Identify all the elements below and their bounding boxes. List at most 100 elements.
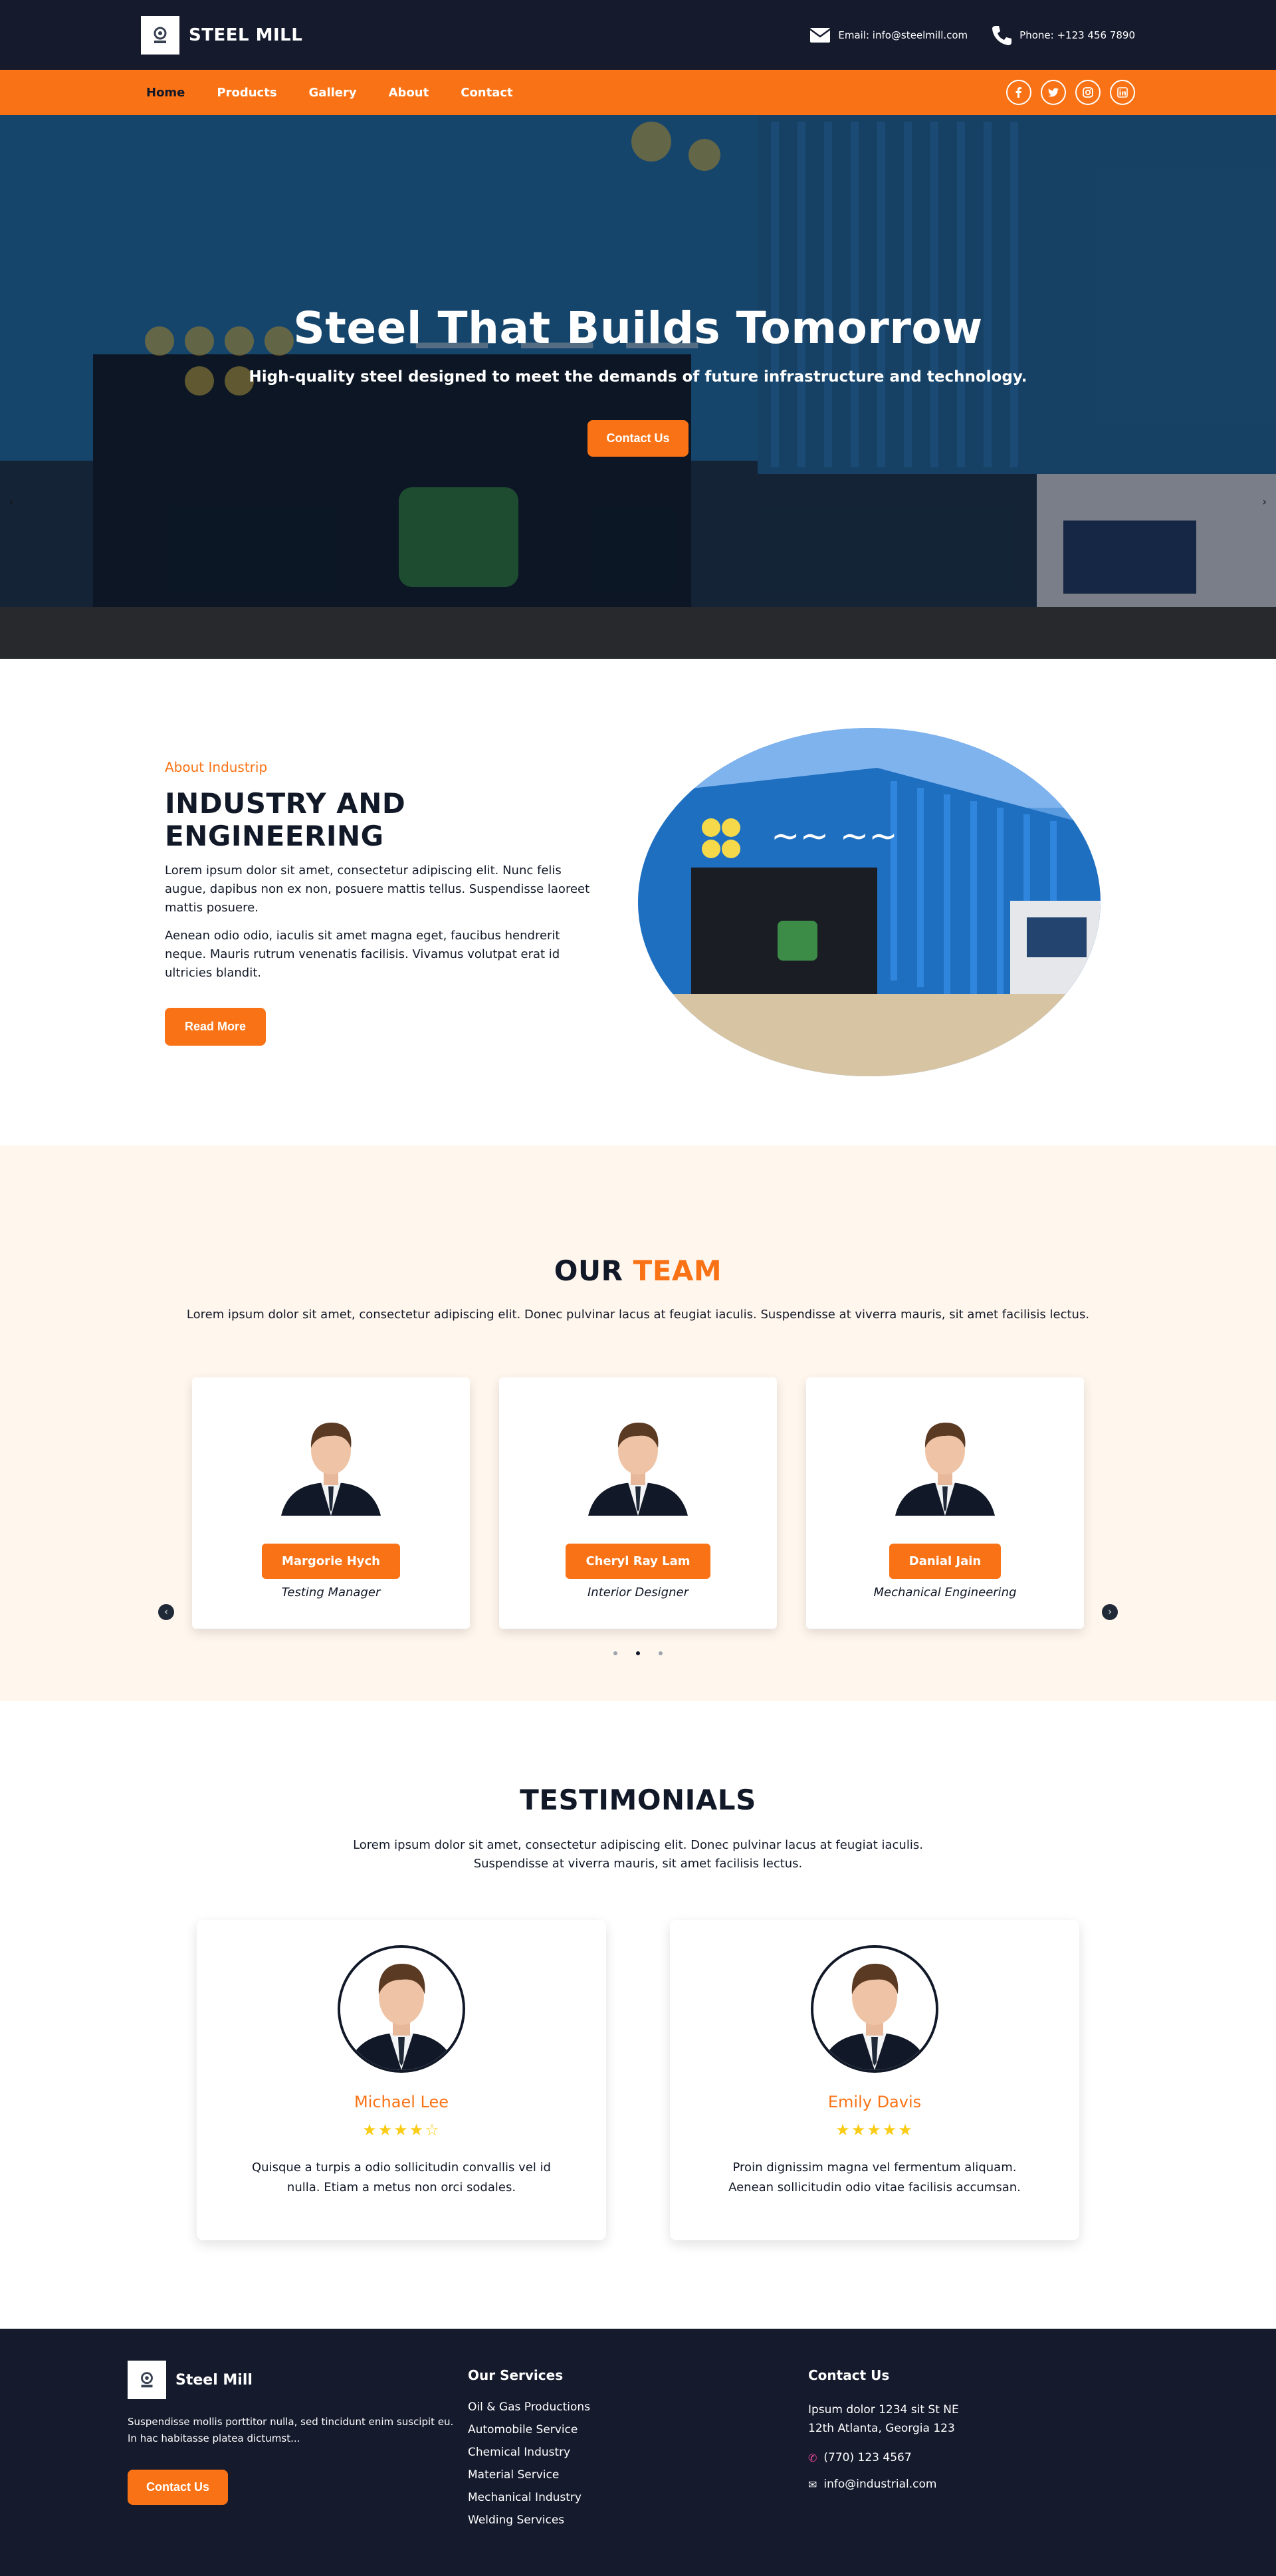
about-eyebrow: About Industrip	[165, 759, 268, 775]
person-avatar-icon	[895, 1409, 995, 1516]
footer-email-text: info@industrial.com	[823, 2478, 937, 2491]
team-page-dot[interactable]	[659, 1651, 663, 1655]
footer-services-list: Oil & Gas Productions Automobile Service…	[468, 2400, 808, 2527]
team-title: OUR TEAM	[0, 1254, 1276, 1287]
header-phone[interactable]: Phone: +123 456 7890	[990, 24, 1135, 47]
facebook-icon	[1015, 87, 1021, 98]
footer-contact: Contact Us Ipsum dolor 1234 sit St NE 12…	[808, 2361, 1148, 2576]
team-page-dot[interactable]	[636, 1651, 640, 1655]
about-image: ~~ ~~	[638, 728, 1101, 1076]
team-section: OUR TEAM Lorem ipsum dolor sit amet, con…	[0, 1145, 1276, 1701]
brand-name: STEEL MILL	[189, 25, 303, 45]
phone-icon	[992, 25, 1012, 45]
gear-logo-icon	[141, 2372, 153, 2388]
facebook-link[interactable]	[1006, 80, 1031, 105]
svg-text:~~ ~~: ~~ ~~	[771, 816, 898, 856]
team-member-role: Interior Designer	[587, 1585, 689, 1599]
footer-service-link[interactable]: Mechanical Industry	[468, 2491, 808, 2504]
testimonial-rating-stars-icon: ★★★★☆	[362, 2121, 441, 2139]
team-prev-arrow-icon[interactable]: ‹	[158, 1604, 174, 1620]
footer-service-link[interactable]: Chemical Industry	[468, 2446, 808, 2459]
hero-slider: — — — Steel That Builds Tomorrow High-qu…	[0, 115, 1276, 659]
testimonials-list: Michael Lee ★★★★☆ Quisque a turpis a odi…	[0, 1920, 1276, 2240]
nav-item-about[interactable]: About	[389, 86, 429, 100]
phone-icon: ✆	[808, 2451, 817, 2464]
twitter-link[interactable]	[1041, 80, 1066, 105]
testimonial-rating-stars-icon: ★★★★★	[835, 2121, 914, 2139]
team-member-photo	[281, 1409, 381, 1516]
top-header: STEEL MILL Email: info@steelmill.com Pho…	[0, 0, 1276, 70]
brand[interactable]: STEEL MILL	[141, 15, 303, 55]
team-title-part2: TEAM	[633, 1254, 722, 1287]
footer-description: Suspendisse mollis porttitor nulla, sed …	[128, 2416, 454, 2444]
footer-address-line1: Ipsum dolor 1234 sit St NE	[808, 2403, 959, 2416]
team-member-photo	[895, 1409, 995, 1516]
team-member-name-button[interactable]: Cheryl Ray Lam	[566, 1544, 710, 1579]
testimonial-quote: Proin dignissim magna vel fermentum aliq…	[728, 2161, 1021, 2194]
nav-item-products[interactable]: Products	[217, 86, 276, 100]
twitter-icon	[1048, 88, 1059, 97]
nav-item-home[interactable]: Home	[146, 86, 185, 100]
hero-subtitle: High-quality steel designed to meet the …	[249, 368, 1027, 386]
testimonial-avatar	[338, 1945, 465, 2073]
main-nav: Home Products Gallery About Contact	[0, 70, 1276, 115]
read-more-button[interactable]: Read More	[165, 1007, 266, 1046]
factory-photo: ~~ ~~	[638, 728, 1101, 1076]
hero-contact-button[interactable]: Contact Us	[587, 420, 689, 457]
header-phone-text: Phone: +123 456 7890	[1019, 29, 1135, 41]
footer-address: Ipsum dolor 1234 sit St NE 12th Atlanta,…	[808, 2400, 1148, 2438]
hero-title: Steel That Builds Tomorrow	[293, 302, 983, 354]
nav-item-contact[interactable]: Contact	[461, 86, 512, 100]
team-pagination	[0, 1651, 1276, 1655]
linkedin-icon	[1117, 87, 1128, 98]
team-card: Margorie Hych Testing Manager	[192, 1377, 470, 1629]
instagram-link[interactable]	[1075, 80, 1101, 105]
nav-item-gallery[interactable]: Gallery	[309, 86, 357, 100]
envelope-icon	[809, 27, 831, 43]
team-member-role: Mechanical Engineering	[873, 1585, 1017, 1599]
hero-content: Steel That Builds Tomorrow High-quality …	[0, 302, 1276, 457]
footer-phone-text: (770) 123 4567	[823, 2451, 912, 2464]
testimonial-avatar	[811, 1945, 938, 2073]
footer-service-link[interactable]: Welding Services	[468, 2514, 808, 2527]
footer-service-link[interactable]: Oil & Gas Productions	[468, 2400, 808, 2414]
testimonial-author: Emily Davis	[827, 2093, 922, 2111]
header-contacts: Email: info@steelmill.com Phone: +123 45…	[809, 24, 1135, 47]
footer-brand-name: Steel Mill	[175, 2371, 253, 2389]
team-member-photo	[588, 1409, 688, 1516]
team-carousel: Margorie Hych Testing Manager Cheryl Ray…	[0, 1377, 1276, 1629]
header-email[interactable]: Email: info@steelmill.com	[809, 24, 968, 47]
footer-contact-heading: Contact Us	[808, 2367, 890, 2383]
nav-links: Home Products Gallery About Contact	[146, 86, 513, 100]
team-card: Cheryl Ray Lam Interior Designer	[499, 1377, 777, 1629]
footer-contact-button[interactable]: Contact Us	[128, 2470, 229, 2505]
footer-service-link[interactable]: Automobile Service	[468, 2423, 808, 2436]
team-next-arrow-icon[interactable]: ›	[1102, 1604, 1118, 1620]
team-member-name-button[interactable]: Danial Jain	[889, 1544, 1002, 1579]
testimonials-section: TESTIMONIALS Lorem ipsum dolor sit amet,…	[0, 1701, 1276, 2329]
gear-logo-icon	[154, 27, 167, 43]
logo	[141, 15, 179, 55]
hero-next-arrow-icon[interactable]: ›	[1263, 495, 1267, 508]
team-card: Danial Jain Mechanical Engineering	[806, 1377, 1084, 1629]
team-page-dot[interactable]	[613, 1651, 617, 1655]
testimonial-quote: Quisque a turpis a odio sollicitudin con…	[252, 2161, 551, 2194]
footer-email[interactable]: ✉ info@industrial.com	[808, 2478, 1148, 2491]
footer-service-link[interactable]: Material Service	[468, 2468, 808, 2482]
footer-address-line2: 12th Atlanta, Georgia 123	[808, 2422, 955, 2435]
linkedin-link[interactable]	[1110, 80, 1135, 105]
about-text: About Industrip INDUSTRY AND ENGINEERING…	[165, 759, 597, 1046]
team-subtitle: Lorem ipsum dolor sit amet, consectetur …	[186, 1308, 1090, 1322]
testimonials-subtitle: Lorem ipsum dolor sit amet, consectetur …	[353, 1838, 923, 1871]
header-email-text: Email: info@steelmill.com	[838, 29, 968, 41]
envelope-icon: ✉	[808, 2478, 817, 2491]
person-avatar-icon	[813, 1948, 936, 2070]
testimonial-card: Emily Davis ★★★★★ Proin dignissim magna …	[670, 1920, 1079, 2240]
footer-brand[interactable]: Steel Mill	[128, 2361, 468, 2399]
footer-about: Steel Mill Suspendisse mollis porttitor …	[128, 2361, 468, 2576]
footer-phone[interactable]: ✆ (770) 123 4567	[808, 2451, 1148, 2464]
hero-prev-arrow-icon[interactable]: ‹	[9, 495, 13, 508]
footer-services-heading: Our Services	[468, 2367, 564, 2383]
testimonials-title: TESTIMONIALS	[520, 1784, 756, 1816]
team-member-name-button[interactable]: Margorie Hych	[262, 1544, 400, 1579]
